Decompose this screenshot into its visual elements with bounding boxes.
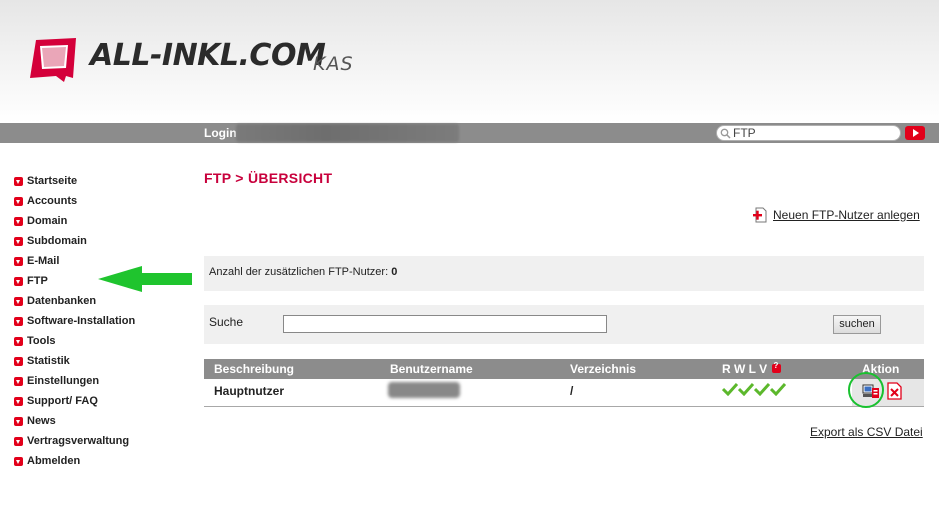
all-inkl-logo-icon bbox=[30, 38, 76, 82]
col-verzeichnis[interactable]: Verzeichnis bbox=[570, 362, 636, 376]
sidebar-item-label: News bbox=[27, 415, 56, 427]
sidebar-item-label: FTP bbox=[27, 275, 48, 287]
bullet-icon bbox=[14, 356, 23, 366]
bullet-icon bbox=[14, 376, 23, 386]
sidebar-item-news[interactable]: News bbox=[14, 411, 135, 431]
sidebar-item-statistik[interactable]: Statistik bbox=[14, 351, 135, 371]
sidebar-item-label: Statistik bbox=[27, 355, 70, 367]
sidebar-item-accounts[interactable]: Accounts bbox=[14, 191, 135, 211]
new-ftp-user-label[interactable]: Neuen FTP-Nutzer anlegen bbox=[773, 208, 920, 222]
search-panel: Suche suchen bbox=[204, 305, 924, 344]
bullet-icon bbox=[14, 236, 23, 246]
count-label: Anzahl der zusätzlichen FTP-Nutzer: bbox=[209, 266, 389, 278]
search-icon bbox=[720, 128, 731, 139]
sidebar-item-label: Abmelden bbox=[27, 455, 81, 467]
add-document-icon bbox=[753, 207, 767, 223]
bullet-icon bbox=[14, 256, 23, 266]
sidebar-item-label: Vertragsverwaltung bbox=[27, 435, 130, 447]
search-button[interactable]: suchen bbox=[833, 315, 881, 334]
delete-user-icon[interactable] bbox=[885, 382, 903, 400]
search-input[interactable] bbox=[283, 315, 607, 333]
header: ALL-INKL.COM KAS bbox=[0, 0, 939, 123]
sidebar-item-startseite[interactable]: Startseite bbox=[14, 171, 135, 191]
ftp-user-count: Anzahl der zusätzlichen FTP-Nutzer: 0 bbox=[209, 266, 397, 278]
product-name: KAS bbox=[313, 53, 354, 75]
sidebar-item-software-installation[interactable]: Software-Installation bbox=[14, 311, 135, 331]
sidebar-item-datenbanken[interactable]: Datenbanken bbox=[14, 291, 135, 311]
checkmark-icon bbox=[754, 382, 770, 396]
sidebar-item-label: Einstellungen bbox=[27, 375, 100, 387]
col-permissions: R W L V bbox=[722, 361, 782, 376]
row-description: Hauptnutzer bbox=[214, 384, 284, 398]
sidebar-item-label: Tools bbox=[27, 335, 56, 347]
sidebar-item-label: Software-Installation bbox=[27, 315, 136, 327]
ftp-user-count-box: Anzahl der zusätzlichen FTP-Nutzer: 0 bbox=[204, 256, 924, 291]
table-row: Hauptnutzer / bbox=[204, 372, 924, 408]
sidebar-item-subdomain[interactable]: Subdomain bbox=[14, 231, 135, 251]
col-permissions-label: R W L V bbox=[722, 362, 768, 376]
page-title: FTP > ÜBERSICHT bbox=[204, 170, 333, 186]
green-arrow-icon bbox=[98, 266, 192, 292]
sidebar-nav: Startseite Accounts Domain Subdomain E-Mail F… bbox=[14, 171, 135, 471]
bullet-icon bbox=[14, 216, 23, 226]
login-label: Login bbox=[204, 126, 237, 140]
bullet-icon bbox=[14, 196, 23, 206]
sidebar-item-label: Startseite bbox=[27, 175, 78, 187]
bullet-icon bbox=[14, 176, 23, 186]
export-csv-link[interactable]: Export als CSV Datei bbox=[810, 425, 923, 439]
row-directory: / bbox=[570, 384, 574, 398]
top-bar: Login FTP bbox=[0, 123, 939, 143]
count-value: 0 bbox=[391, 266, 398, 278]
sidebar-item-domain[interactable]: Domain bbox=[14, 211, 135, 231]
bullet-icon bbox=[14, 296, 23, 306]
checkmark-icon bbox=[770, 382, 786, 396]
sidebar-item-tools[interactable]: Tools bbox=[14, 331, 135, 351]
checkmark-icon bbox=[738, 382, 754, 396]
search-go-button[interactable] bbox=[905, 126, 925, 140]
col-benutzername[interactable]: Benutzername bbox=[390, 362, 473, 376]
bullet-icon bbox=[14, 336, 23, 346]
brand-name: ALL-INKL.COM bbox=[90, 38, 326, 73]
sidebar-item-abmelden[interactable]: Abmelden bbox=[14, 451, 135, 471]
sidebar-item-support-faq[interactable]: Support/ FAQ bbox=[14, 391, 135, 411]
sidebar-item-label: E-Mail bbox=[27, 255, 60, 267]
table-header: Beschreibung Benutzername Verzeichnis R … bbox=[204, 359, 924, 379]
sidebar-item-label: Support/ FAQ bbox=[27, 395, 98, 407]
checkmark-icon bbox=[722, 382, 738, 396]
login-redacted bbox=[236, 124, 459, 142]
sidebar-item-label: Datenbanken bbox=[27, 295, 97, 307]
bullet-icon bbox=[14, 416, 23, 426]
bullet-icon bbox=[14, 456, 23, 466]
sidebar-item-einstellungen[interactable]: Einstellungen bbox=[14, 371, 135, 391]
ftp-users-table: Beschreibung Benutzername Verzeichnis R … bbox=[204, 359, 924, 408]
global-search-input[interactable]: FTP bbox=[716, 125, 901, 141]
sidebar-item-label: Domain bbox=[27, 215, 68, 227]
bullet-icon bbox=[14, 436, 23, 446]
permissions-checks bbox=[722, 382, 786, 396]
bullet-icon bbox=[14, 396, 23, 406]
sidebar-item-label: Subdomain bbox=[27, 235, 87, 247]
col-beschreibung[interactable]: Beschreibung bbox=[214, 362, 294, 376]
sidebar-item-label: Accounts bbox=[27, 195, 78, 207]
bullet-icon bbox=[14, 276, 23, 286]
sidebar-item-vertragsverwaltung[interactable]: Vertragsverwaltung bbox=[14, 431, 135, 451]
search-label: Suche bbox=[209, 315, 244, 329]
bullet-icon bbox=[14, 316, 23, 326]
highlight-circle bbox=[848, 372, 884, 408]
username-redacted bbox=[388, 382, 460, 398]
new-ftp-user-link[interactable]: Neuen FTP-Nutzer anlegen bbox=[752, 207, 920, 223]
help-icon[interactable] bbox=[772, 361, 782, 373]
